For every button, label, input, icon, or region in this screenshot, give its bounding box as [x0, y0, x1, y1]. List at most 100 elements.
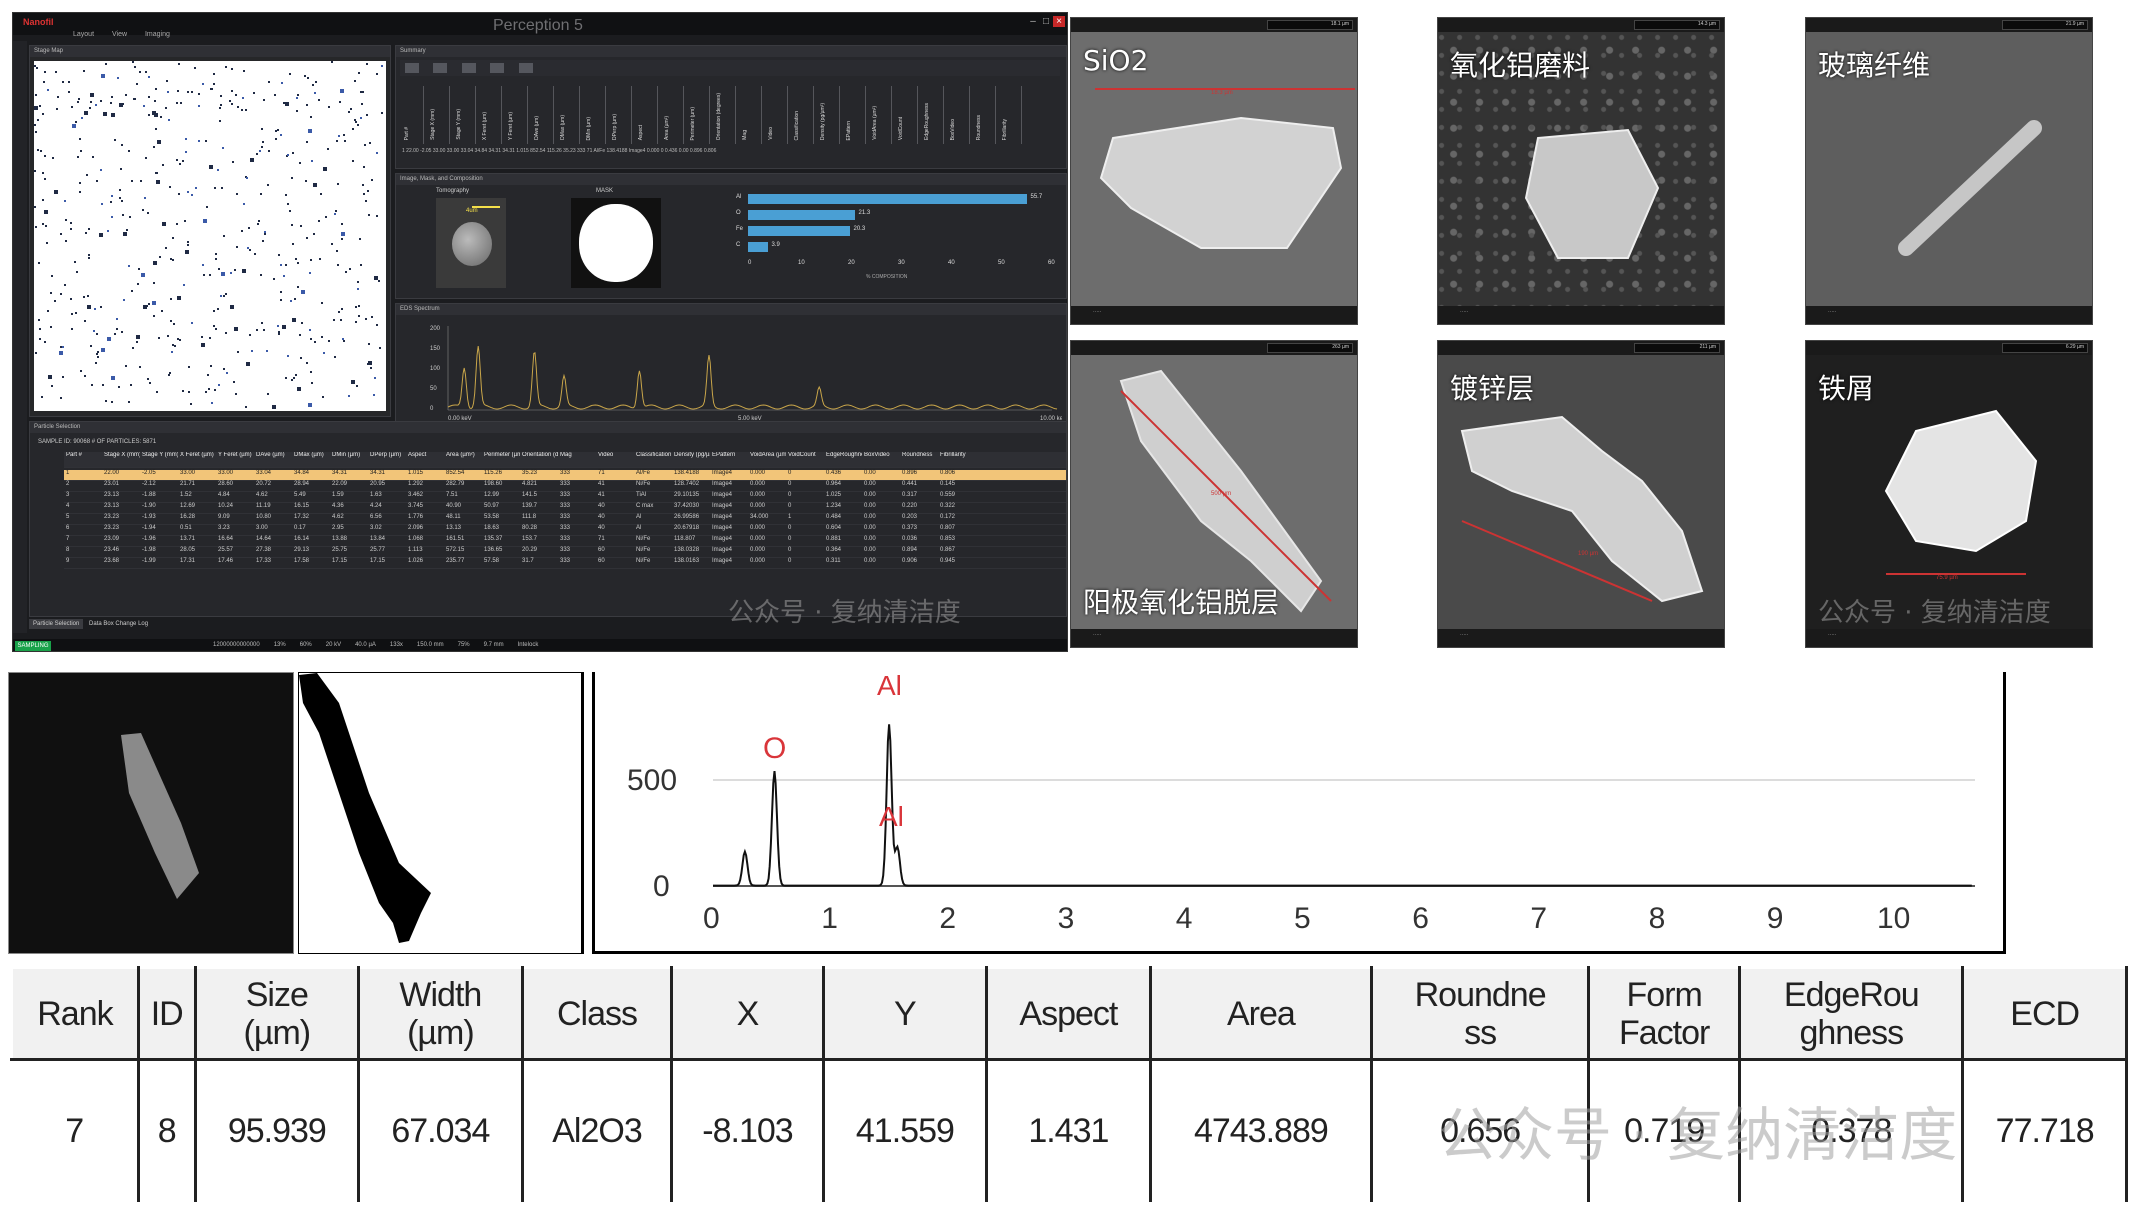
stage-particle-dot [306, 237, 308, 239]
grid-column-header[interactable]: Aspect [406, 452, 444, 458]
stage-particle-dot [219, 107, 221, 109]
grid-cell: 13.88 [332, 536, 348, 542]
sem-info-bar: ····· [1438, 306, 1724, 324]
close-icon[interactable]: × [1053, 16, 1065, 27]
grid-cell: 0.322 [940, 503, 956, 509]
grid-cell: 9.09 [218, 514, 230, 520]
grid-cell: 0.000 [750, 503, 766, 509]
grid-cell: 0.364 [826, 547, 842, 553]
header-line: Size [245, 975, 309, 1014]
grid-row[interactable]: 9 23.68 -1.99 17.31 17.46 17.33 17.58 17.15 17.1… [64, 558, 1066, 569]
grid-row[interactable]: 1 22.00 -2.05 33.00 33.00 33.04 34.84 34.31 34.3… [64, 470, 1066, 481]
stage-particle-dot [168, 119, 170, 121]
grid-column-header[interactable]: DMin (µm) [330, 452, 368, 458]
grid-cell: 50.97 [484, 503, 500, 509]
grid-row[interactable]: 2 23.01 -2.12 21.71 28.60 20.72 28.94 22.09 20.9… [64, 481, 1066, 492]
stage-particle-dot [71, 106, 73, 108]
stage-particle-dot [356, 385, 358, 387]
grid-column-header[interactable]: Video [596, 452, 634, 458]
stage-particle-dot [220, 104, 222, 106]
table-column-header: ID [136, 966, 197, 1061]
summary-column-header: Y Feret (µm) [506, 86, 528, 144]
status-item: 12000000000000 [213, 642, 260, 648]
grid-cell: 20.72 [256, 481, 272, 487]
grid-column-header[interactable]: Stage X (mm) [102, 452, 140, 458]
stage-map-canvas[interactable] [34, 61, 386, 411]
stage-particle-dot [154, 100, 156, 102]
grid-cell: 3.745 [408, 503, 424, 509]
stage-particle-dot [44, 210, 48, 214]
grid-cell: 0.000 [750, 558, 766, 564]
grid-cell: 40 [598, 514, 605, 520]
stage-particle-dot [296, 97, 298, 99]
grid-row[interactable]: 3 23.13 -1.88 1.52 4.84 4.62 5.49 1.59 1.63 3.462… [64, 492, 1066, 503]
app-menu: Layout View Imaging [73, 31, 186, 38]
particle-bse-image [8, 672, 294, 954]
stage-particle-dot [287, 154, 289, 156]
grid-column-header[interactable]: Stage Y (mm) [140, 452, 178, 458]
menu-imaging[interactable]: Imaging [145, 31, 170, 38]
stage-particle-dot [368, 343, 370, 345]
stage-particle-dot [54, 190, 58, 194]
grid-column-header[interactable]: EdgeRoughness [824, 452, 862, 458]
grid-row[interactable]: 8 23.46 -1.98 28.05 25.57 27.38 29.13 25.75 25.7… [64, 547, 1066, 558]
stage-particle-dot [378, 280, 380, 282]
grid-column-header[interactable]: Orientation (degrees) [520, 452, 558, 458]
stage-particle-dot [287, 355, 289, 357]
grid-row[interactable]: 5 23.23 -1.93 16.28 9.09 10.80 17.32 4.62 6.56 1.… [64, 514, 1066, 525]
stage-particle-dot [277, 129, 279, 131]
menu-view[interactable]: View [112, 31, 127, 38]
stage-particle-dot [132, 347, 134, 349]
grid-row[interactable]: 7 23.09 -1.96 13.71 16.64 14.64 16.14 13.88 13.8… [64, 536, 1066, 547]
summary-column-header: EdgeRoughness [922, 86, 944, 144]
stage-particle-dot [306, 104, 308, 106]
grid-column-header[interactable]: Area (µm²) [444, 452, 482, 458]
stage-particle-dot [219, 120, 221, 122]
grid-column-header[interactable]: DAve (µm) [254, 452, 292, 458]
stage-particle-dot [167, 335, 169, 337]
tab-particle-selection[interactable]: Particle Selection [29, 619, 84, 629]
grid-column-header[interactable]: DPerp (µm) [368, 452, 406, 458]
grid-column-header[interactable]: Part # [64, 452, 102, 458]
grid-cell: 9 [66, 558, 70, 564]
grid-column-header[interactable]: Fibrillarity [938, 452, 976, 458]
stage-particle-dot [299, 162, 301, 164]
grid-column-header[interactable]: X Feret (µm) [178, 452, 216, 458]
grid-column-header[interactable]: Perimeter (µm) [482, 452, 520, 458]
grid-column-header[interactable]: DMax (µm) [292, 452, 330, 458]
table-column-header: EdgeRou ghness [1738, 966, 1965, 1061]
minimize-icon[interactable]: – [1027, 16, 1039, 27]
grid-column-header[interactable]: VoidCount [786, 452, 824, 458]
composition-tick: 20 [848, 260, 855, 266]
tab-data-box-change-log[interactable]: Data Box Change Log [85, 619, 152, 629]
stage-particle-dot [110, 201, 112, 203]
grid-cell: 13.71 [180, 536, 196, 542]
grid-column-header[interactable]: Y Feret (µm) [216, 452, 254, 458]
grid-row[interactable]: 4 23.13 -1.90 12.69 10.24 11.19 16.15 4.36 4.24 3… [64, 503, 1066, 514]
stage-particle-dot [153, 146, 155, 148]
stage-particle-dot [309, 329, 311, 331]
spectrum-x-tick: 8 [1649, 902, 1666, 935]
grid-column-header[interactable]: Classification [634, 452, 672, 458]
stage-particle-dot [120, 168, 122, 170]
maximize-icon[interactable]: □ [1040, 16, 1052, 27]
grid-column-header[interactable]: Roundness [900, 452, 938, 458]
stage-particle-dot [254, 253, 256, 255]
grid-cell: 23.23 [104, 514, 120, 520]
grid-column-header[interactable]: VoidArea (µm²) [748, 452, 786, 458]
grid-row[interactable]: 6 23.23 -1.94 0.51 3.23 3.00 0.17 2.95 3.02 2.096… [64, 525, 1066, 536]
stage-particle-dot [362, 184, 364, 186]
stage-particle-dot [366, 114, 368, 116]
app-title: Perception 5 [493, 17, 583, 34]
table-cell: Al2O3 [522, 1059, 674, 1202]
grid-column-header[interactable]: Density (pg/µm³) [672, 452, 710, 458]
menu-layout[interactable]: Layout [73, 31, 94, 38]
summary-column-header: Classification [792, 86, 814, 144]
stage-particle-dot [341, 232, 345, 236]
grid-cell: -1.93 [142, 514, 156, 520]
grid-column-header[interactable]: Mag [558, 452, 596, 458]
grid-column-header[interactable]: BoxVideo [862, 452, 900, 458]
grid-cell: C max [636, 503, 654, 509]
stage-particle-dot [358, 315, 360, 317]
grid-column-header[interactable]: EPattern [710, 452, 748, 458]
